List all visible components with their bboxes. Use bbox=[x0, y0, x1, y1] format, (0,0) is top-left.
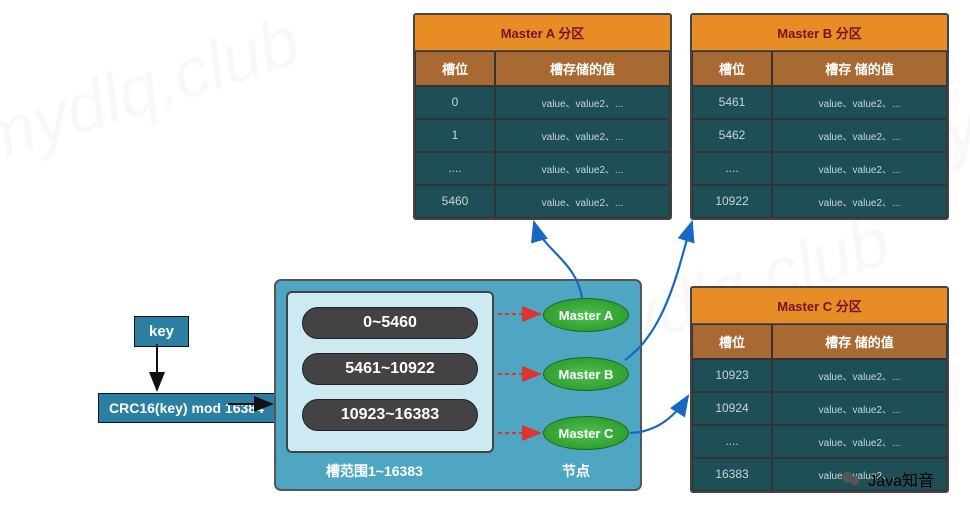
watermark: mydlq.club bbox=[0, 0, 309, 179]
table-slot: 10923 bbox=[692, 359, 772, 392]
table-value: value、value2、... bbox=[772, 425, 947, 458]
table-value: value、value2、... bbox=[772, 86, 947, 119]
table-slot: 16383 bbox=[692, 458, 772, 491]
wechat-text: Java知音 bbox=[868, 467, 934, 491]
master-b-node: Master B bbox=[543, 357, 629, 391]
partition-c-title: Master C 分区 bbox=[692, 288, 947, 324]
partition-a-head-value: 槽存储的值 bbox=[495, 51, 670, 86]
partition-b-head-value: 槽存 储的值 bbox=[772, 51, 947, 86]
master-c-node: Master C bbox=[543, 416, 629, 450]
table-slot: 5462 bbox=[692, 119, 772, 152]
partition-c: Master C 分区 槽位 槽存 储的值 10923value、value2、… bbox=[690, 286, 949, 493]
wechat-credit: Java知音 bbox=[840, 467, 934, 491]
partition-b-title: Master B 分区 bbox=[692, 15, 947, 51]
table-value: value、value2、... bbox=[495, 152, 670, 185]
table-slot: 0 bbox=[415, 86, 495, 119]
partition-a-head-slot: 槽位 bbox=[415, 51, 495, 86]
range-1: 5461~10922 bbox=[302, 353, 478, 385]
range-0: 0~5460 bbox=[302, 307, 478, 339]
partition-c-head-slot: 槽位 bbox=[692, 324, 772, 359]
crc-box: CRC16(key) mod 16384 bbox=[98, 393, 275, 423]
partition-c-head-value: 槽存 储的值 bbox=[772, 324, 947, 359]
table-slot: 10924 bbox=[692, 392, 772, 425]
table-slot: .... bbox=[692, 152, 772, 185]
partition-b: Master B 分区 槽位 槽存 储的值 5461value、value2、.… bbox=[690, 13, 949, 220]
table-value: value、value2、... bbox=[772, 359, 947, 392]
key-box: key bbox=[134, 316, 189, 347]
table-value: value、value2、... bbox=[772, 392, 947, 425]
table-value: value、value2、... bbox=[772, 119, 947, 152]
node-label: 节点 bbox=[562, 461, 590, 481]
partition-a-title: Master A 分区 bbox=[415, 15, 670, 51]
table-slot: 1 bbox=[415, 119, 495, 152]
table-value: value、value2、... bbox=[495, 119, 670, 152]
range-2: 10923~16383 bbox=[302, 399, 478, 431]
partition-b-head-slot: 槽位 bbox=[692, 51, 772, 86]
wechat-icon bbox=[840, 468, 862, 490]
table-slot: 10922 bbox=[692, 185, 772, 218]
table-value: value、value2、... bbox=[495, 185, 670, 218]
table-slot: 5460 bbox=[415, 185, 495, 218]
table-slot: .... bbox=[692, 425, 772, 458]
table-value: value、value2、... bbox=[772, 185, 947, 218]
table-value: value、value2、... bbox=[772, 152, 947, 185]
table-value: value、value2、... bbox=[495, 86, 670, 119]
table-slot: .... bbox=[415, 152, 495, 185]
slot-range-label: 槽范围1~16383 bbox=[326, 461, 423, 481]
slot-ranges-box: 0~5460 5461~10922 10923~16383 bbox=[286, 291, 494, 453]
partition-a: Master A 分区 槽位 槽存储的值 0value、value2、... 1… bbox=[413, 13, 672, 220]
master-a-node: Master A bbox=[543, 298, 629, 332]
table-slot: 5461 bbox=[692, 86, 772, 119]
